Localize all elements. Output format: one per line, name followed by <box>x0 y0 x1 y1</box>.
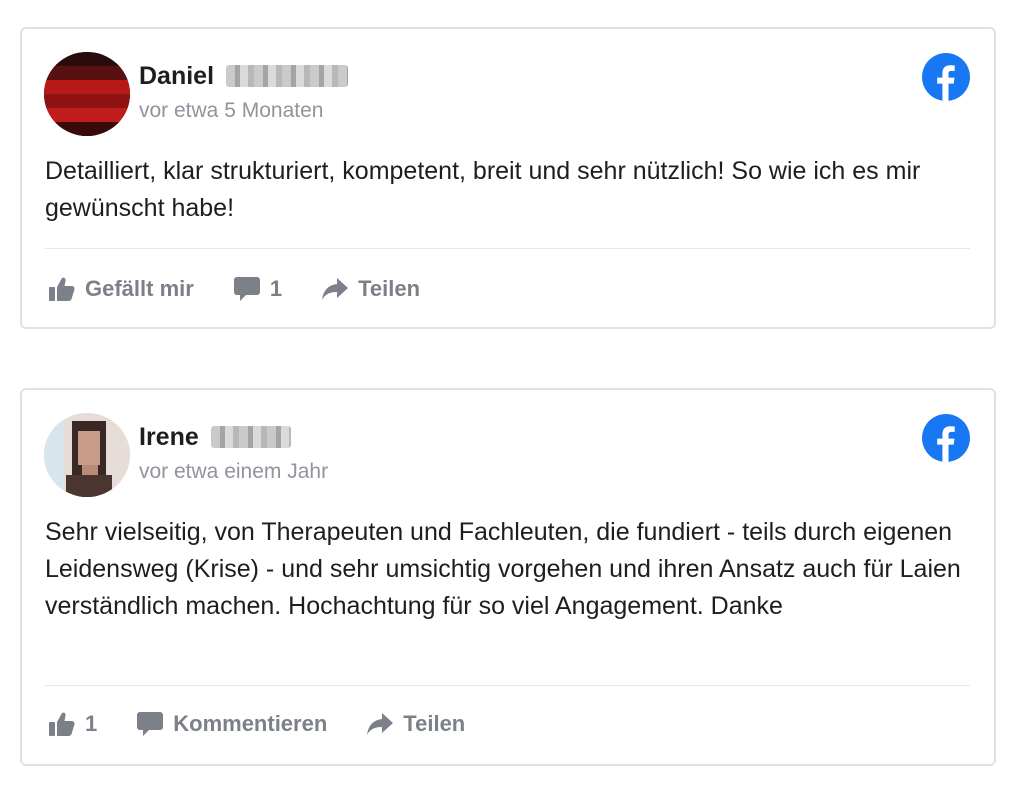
share-label: Teilen <box>403 711 466 736</box>
like-button[interactable]: 1 <box>49 711 97 737</box>
share-button[interactable]: Teilen <box>322 276 420 302</box>
reviewer-name[interactable]: Daniel <box>139 61 349 91</box>
review-text: Sehr vielseitig, von Therapeuten und Fac… <box>45 518 961 620</box>
avatar[interactable] <box>44 52 130 136</box>
share-label: Teilen <box>358 276 421 301</box>
blurred-surname <box>226 65 349 87</box>
comment-button[interactable]: Kommentieren <box>137 711 327 737</box>
comment-count: 1 <box>269 276 283 301</box>
like-label: Gefällt mir <box>85 276 194 301</box>
facebook-icon[interactable] <box>922 414 970 462</box>
comment-bubble-icon <box>233 277 260 301</box>
thumbs-up-icon <box>49 277 75 301</box>
review-card: Daniel vor etwa 5 Monaten Detailliert, k… <box>20 27 996 329</box>
review-timestamp[interactable]: vor etwa einem Jahr <box>139 460 328 484</box>
blurred-surname <box>210 426 291 448</box>
action-bar: Gefällt mir 1 Teilen <box>49 276 460 302</box>
divider <box>45 248 970 249</box>
facebook-icon[interactable] <box>922 53 970 101</box>
comment-bubble-icon <box>137 712 164 736</box>
comment-button[interactable]: 1 <box>233 276 283 302</box>
comment-label: Kommentieren <box>173 711 328 736</box>
review-card: Irene vor etwa einem Jahr Sehr vielseiti… <box>20 388 996 766</box>
review-timestamp[interactable]: vor etwa 5 Monaten <box>139 99 323 123</box>
share-arrow-icon <box>322 278 349 300</box>
divider <box>45 685 970 686</box>
reviewer-name[interactable]: Irene <box>139 422 291 452</box>
review-text: Detailliert, klar strukturiert, kompeten… <box>45 157 921 222</box>
like-count: 1 <box>85 711 98 736</box>
action-bar: 1 Kommentieren Teilen <box>49 711 505 737</box>
reviewer-first-name[interactable]: Irene <box>139 422 199 452</box>
share-button[interactable]: Teilen <box>367 711 465 737</box>
share-arrow-icon <box>367 713 394 735</box>
reviewer-first-name[interactable]: Daniel <box>139 61 214 91</box>
avatar[interactable] <box>44 413 130 497</box>
thumbs-up-icon <box>49 712 75 736</box>
like-button[interactable]: Gefällt mir <box>49 276 194 302</box>
